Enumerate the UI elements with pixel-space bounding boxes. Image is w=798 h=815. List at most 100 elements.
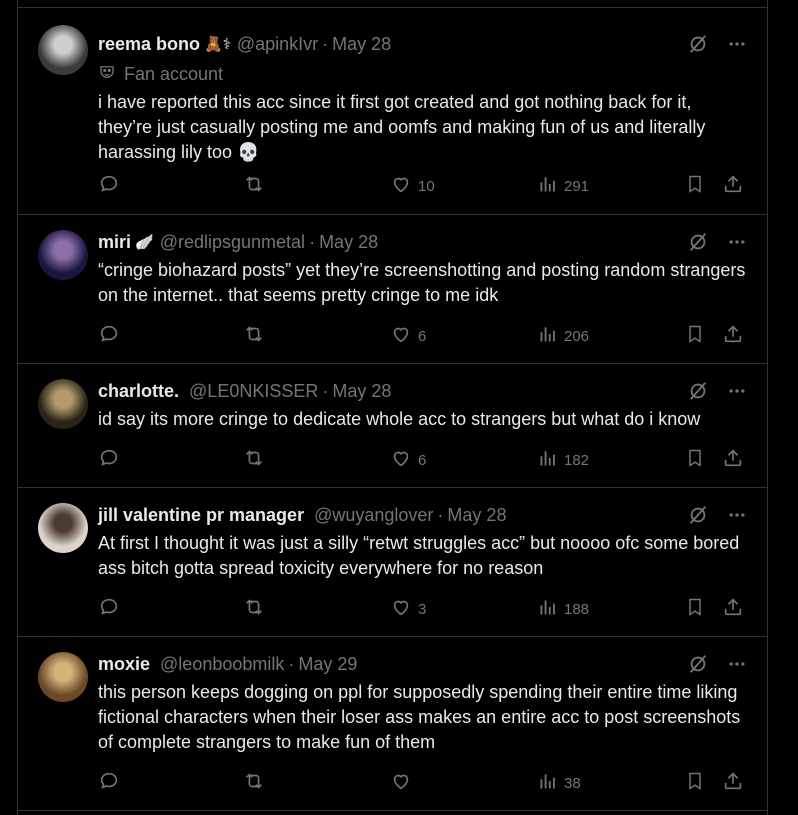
views-button[interactable]: 188	[538, 597, 589, 621]
avatar[interactable]	[38, 652, 88, 702]
like-count: 6	[418, 327, 427, 345]
grok-icon[interactable]	[687, 504, 709, 526]
post-header: jill valentine pr manager @wuyanglover ·…	[98, 504, 747, 526]
repost-button[interactable]	[242, 174, 272, 198]
display-name[interactable]: jill valentine pr manager	[98, 505, 304, 526]
reply-post[interactable]: miri 🪽 @redlipsgunmetal · May 28 “cringe…	[18, 214, 767, 364]
like-button[interactable]: 10	[390, 174, 435, 198]
heart-icon	[390, 447, 412, 473]
more-options-icon[interactable]	[727, 232, 747, 252]
share-icon	[722, 173, 744, 199]
bookmark-button[interactable]	[685, 597, 705, 621]
display-name[interactable]: moxie	[98, 654, 150, 675]
post-date[interactable]: May 28	[319, 232, 378, 253]
bar-chart-icon	[538, 771, 558, 795]
scrollbar[interactable]	[788, 0, 798, 815]
post-date[interactable]: May 28	[447, 505, 506, 526]
reply-icon	[98, 173, 120, 199]
bookmark-icon	[685, 173, 705, 199]
grok-icon[interactable]	[687, 653, 709, 675]
post-header: moxie @leonboobmilk · May 29	[98, 653, 747, 675]
bookmark-button[interactable]	[685, 448, 705, 472]
avatar[interactable]	[38, 379, 88, 429]
like-button[interactable]: 6	[390, 448, 426, 472]
reply-post[interactable]: moxie @leonboobmilk · May 29 this person…	[18, 636, 767, 811]
share-icon	[722, 323, 744, 349]
more-options-icon[interactable]	[727, 381, 747, 401]
repost-button[interactable]	[242, 448, 272, 472]
post-header: charlotte. @LE0NKISSER · May 28	[98, 380, 747, 402]
display-name[interactable]: miri	[98, 232, 131, 253]
post-text: i have reported this acc since it first …	[98, 92, 706, 162]
repost-button[interactable]	[242, 597, 272, 621]
grok-icon[interactable]	[687, 231, 709, 253]
heart-icon	[390, 323, 412, 349]
views-button[interactable]: 182	[538, 448, 589, 472]
views-button[interactable]: 291	[538, 174, 589, 198]
user-handle[interactable]: @redlipsgunmetal	[160, 232, 305, 253]
reply-post[interactable]: jill valentine pr manager @wuyanglover ·…	[18, 487, 767, 637]
separator-dot: ·	[437, 504, 444, 525]
like-button[interactable]: 3	[390, 597, 426, 621]
repost-icon	[242, 323, 266, 349]
share-button[interactable]	[722, 597, 744, 621]
reply-button[interactable]	[98, 448, 126, 472]
bookmark-button[interactable]	[685, 324, 705, 348]
post-actions: 3 188	[98, 597, 749, 621]
display-name[interactable]: charlotte.	[98, 381, 179, 402]
user-handle[interactable]: @apinkIvr	[237, 34, 318, 55]
post-actions: 38	[98, 771, 749, 795]
post-date[interactable]: May 28	[332, 381, 391, 402]
avatar[interactable]	[38, 230, 88, 280]
more-options-icon[interactable]	[727, 34, 747, 54]
bookmark-button[interactable]	[685, 771, 705, 795]
view-count: 188	[564, 600, 590, 618]
user-handle[interactable]: @leonboobmilk	[160, 654, 284, 675]
post-date[interactable]: May 28	[332, 34, 391, 55]
views-button[interactable]: 38	[538, 771, 581, 795]
user-handle[interactable]: @LE0NKISSER	[189, 381, 318, 402]
post-text: “cringe biohazard posts” yet they’re scr…	[98, 260, 746, 305]
display-name[interactable]: reema bono	[98, 34, 200, 55]
reply-button[interactable]	[98, 597, 126, 621]
share-icon	[722, 447, 744, 473]
separator-dot: ·	[322, 33, 329, 54]
share-button[interactable]	[722, 324, 744, 348]
view-count: 38	[564, 774, 581, 792]
theater-mask-icon	[98, 63, 116, 86]
reply-icon	[98, 596, 120, 622]
heart-icon	[390, 596, 412, 622]
more-options-icon[interactable]	[727, 654, 747, 674]
repost-icon	[242, 447, 266, 473]
like-button[interactable]: 6	[390, 324, 426, 348]
repost-button[interactable]	[242, 771, 272, 795]
bar-chart-icon	[538, 174, 558, 198]
grok-icon[interactable]	[687, 380, 709, 402]
bookmark-icon	[685, 596, 705, 622]
post-date[interactable]: May 29	[298, 654, 357, 675]
like-count: 3	[418, 600, 427, 618]
grok-icon[interactable]	[687, 33, 709, 55]
views-button[interactable]: 206	[538, 324, 589, 348]
share-button[interactable]	[722, 771, 744, 795]
like-button[interactable]	[390, 771, 418, 795]
reply-button[interactable]	[98, 771, 126, 795]
repost-button[interactable]	[242, 324, 272, 348]
avatar[interactable]	[38, 503, 88, 553]
user-handle[interactable]: @wuyanglover	[314, 505, 433, 526]
reply-button[interactable]	[98, 324, 126, 348]
share-button[interactable]	[722, 448, 744, 472]
post-top-actions	[687, 653, 747, 675]
reply-post[interactable]: reema bono 🧸⚕ @apinkIvr · May 28 Fan acc…	[18, 7, 767, 215]
share-button[interactable]	[722, 174, 744, 198]
post-top-actions	[687, 380, 747, 402]
more-options-icon[interactable]	[727, 505, 747, 525]
timeline-column: reema bono 🧸⚕ @apinkIvr · May 28 Fan acc…	[17, 0, 768, 815]
post-actions: 6 182	[98, 448, 749, 472]
avatar[interactable]	[38, 25, 88, 75]
reply-button[interactable]	[98, 174, 126, 198]
bookmark-button[interactable]	[685, 174, 705, 198]
heart-icon	[390, 173, 412, 199]
reply-post[interactable]: charlotte. @LE0NKISSER · May 28 id say i…	[18, 363, 767, 488]
separator-dot: ·	[288, 653, 295, 674]
